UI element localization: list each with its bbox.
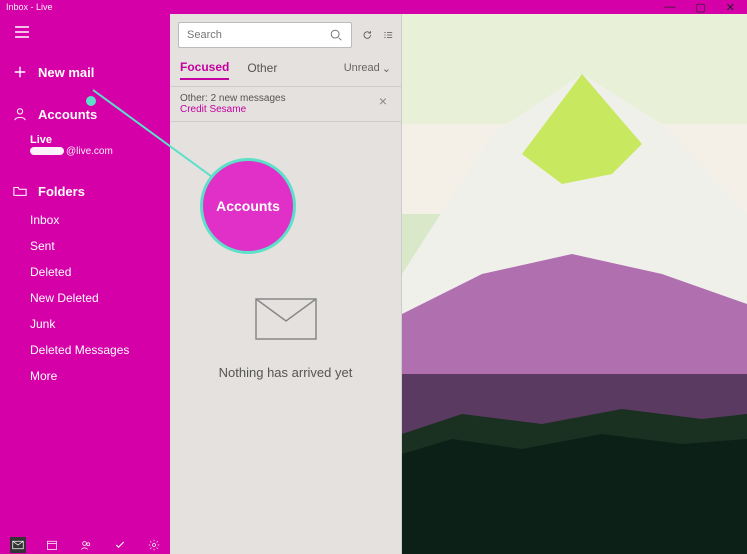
- folder-junk[interactable]: Junk: [0, 311, 170, 337]
- refresh-icon[interactable]: [362, 27, 373, 43]
- settings-button[interactable]: [146, 537, 162, 553]
- message-list-pane: Focused Other Unread ⌄ Other: 2 new mess…: [170, 14, 402, 554]
- folders-header[interactable]: Folders: [0, 175, 170, 207]
- window-controls: — ▢ ✕: [664, 1, 741, 14]
- redacted-text: [30, 147, 64, 155]
- accounts-header[interactable]: Accounts: [0, 98, 170, 130]
- notice-text: Other: 2 new messages: [180, 93, 375, 104]
- calendar-app-button[interactable]: [44, 537, 60, 553]
- sidebar: New mail Accounts Live @live.com Folders…: [0, 14, 170, 554]
- tab-focused[interactable]: Focused: [180, 56, 229, 80]
- folders-label: Folders: [38, 184, 85, 199]
- folder-more[interactable]: More: [0, 363, 170, 389]
- callout-label: Accounts: [216, 198, 280, 214]
- todo-app-button[interactable]: [112, 537, 128, 553]
- select-mode-icon[interactable]: [383, 27, 394, 43]
- window-title: Inbox - Live: [6, 2, 53, 12]
- bottom-bar: [0, 536, 172, 554]
- account-item[interactable]: Live @live.com: [0, 130, 170, 167]
- annotation-dot: [86, 96, 96, 106]
- folder-deleted-messages[interactable]: Deleted Messages: [0, 337, 170, 363]
- hamburger-icon: [14, 24, 30, 40]
- notice-link: Credit Sesame: [180, 104, 375, 115]
- accounts-label: Accounts: [38, 107, 97, 122]
- notice-close-button[interactable]: ×: [375, 93, 391, 109]
- account-name: Live: [30, 134, 158, 146]
- folder-deleted[interactable]: Deleted: [0, 259, 170, 285]
- background-image: [402, 14, 747, 554]
- filter-label: Unread: [344, 62, 380, 74]
- inbox-tabs: Focused Other Unread ⌄: [170, 56, 401, 87]
- folder-icon: [12, 183, 28, 199]
- new-mail-button[interactable]: New mail: [0, 56, 170, 88]
- annotation-callout: Accounts: [200, 158, 296, 254]
- envelope-icon: [254, 297, 318, 341]
- search-row: [170, 14, 401, 56]
- reading-pane: [402, 14, 747, 554]
- empty-message: Nothing has arrived yet: [219, 365, 353, 380]
- folder-new-deleted[interactable]: New Deleted: [0, 285, 170, 311]
- hamburger-button[interactable]: [8, 18, 36, 46]
- plus-icon: [12, 64, 28, 80]
- folder-inbox[interactable]: Inbox: [0, 207, 170, 233]
- folder-sent[interactable]: Sent: [0, 233, 170, 259]
- search-icon: [329, 28, 343, 42]
- filter-dropdown[interactable]: Unread ⌄: [344, 62, 391, 75]
- new-mail-label: New mail: [38, 65, 94, 80]
- folder-list: Inbox Sent Deleted New Deleted Junk Dele…: [0, 207, 170, 389]
- minimize-button[interactable]: —: [664, 1, 675, 13]
- close-button[interactable]: ✕: [726, 1, 735, 14]
- search-box[interactable]: [178, 22, 352, 48]
- person-icon: [12, 106, 28, 122]
- title-bar: Inbox - Live — ▢ ✕: [0, 0, 747, 14]
- maximize-button[interactable]: ▢: [695, 1, 705, 14]
- account-email: @live.com: [30, 146, 158, 157]
- search-input[interactable]: [187, 29, 329, 41]
- chevron-down-icon: ⌄: [382, 62, 391, 75]
- people-app-button[interactable]: [78, 537, 94, 553]
- other-notice[interactable]: Other: 2 new messages Credit Sesame ×: [170, 87, 401, 122]
- tab-other[interactable]: Other: [247, 57, 277, 79]
- mail-app-button[interactable]: [10, 537, 26, 553]
